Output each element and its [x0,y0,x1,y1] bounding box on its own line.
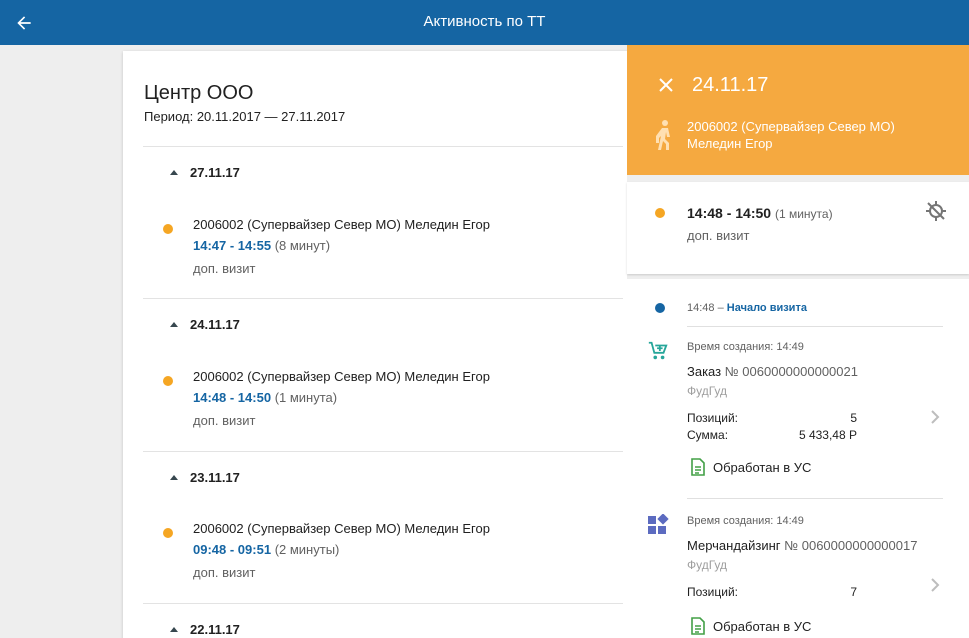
visit-detail-panel: 24.11.17 2006002 (Супервайзер Север МО) … [627,45,969,638]
collapse-triangle-icon [170,626,178,632]
app-bar: Активность по ТТ [0,0,969,45]
collapse-triangle-icon [170,169,178,175]
visit-status-dot [163,376,173,386]
order-document[interactable]: Время создания: 14:49 Заказ № 0060000000… [627,327,969,477]
document-icon [691,458,705,476]
visit-time: 14:48 - 14:50 (1 минута) [193,390,338,405]
visit-item[interactable]: 2006002 (Супервайзер Север МО) Меледин Е… [163,369,603,439]
day-header[interactable]: 23.11.17 [170,468,240,486]
divider [143,146,623,147]
doc-title: Заказ № 0060000000000021 [687,364,858,379]
day-header[interactable]: 22.11.17 [170,620,240,638]
walking-person-icon [656,120,670,150]
positions-label: Позиций: [687,411,738,425]
visit-agent: 2006002 (Супервайзер Север МО) Меледин Е… [193,521,490,536]
visit-kind: доп. визит [193,565,256,580]
cart-add-icon [648,341,668,360]
detail-date: 24.11.17 [692,74,769,96]
sum-label: Сумма: [687,428,729,442]
selected-visit: 14:48 - 14:50 (1 минута) доп. визит [627,182,969,274]
visit-kind: доп. визит [193,413,256,428]
positions-value: 5 [850,411,857,425]
outlet-name: Центр ООО [144,82,254,104]
visit-status-dot [163,224,173,234]
visit-item[interactable]: 2006002 (Супервайзер Север МО) Меледин Е… [163,521,603,591]
doc-created-time: Время создания: 14:49 [687,515,804,527]
visit-documents: 14:48 – Начало визита Время создания: 14… [627,279,969,638]
visit-kind: доп. визит [193,261,256,276]
event-dot [655,303,665,313]
divider [143,603,623,604]
close-button[interactable] [655,74,677,96]
gps-off-icon[interactable] [924,199,948,223]
positions-value: 7 [850,585,857,599]
divider [143,298,623,299]
merchandising-icon [648,514,669,534]
doc-status: Обработан в УС [691,458,811,476]
detail-agent-line1: 2006002 (Супервайзер Север МО) [687,119,895,134]
doc-status: Обработан в УС [691,617,811,635]
doc-title: Мерчандайзинг № 0060000000000017 [687,538,918,553]
day-header[interactable]: 24.11.17 [170,315,240,333]
visit-time: 14:47 - 14:55 (8 минут) [193,238,331,253]
visit-time: 09:48 - 09:51 (2 минуты) [193,542,340,557]
doc-organization: ФудГуд [687,558,728,572]
positions-label: Позиций: [687,585,738,599]
doc-organization: ФудГуд [687,384,728,398]
visit-agent: 2006002 (Супервайзер Север МО) Меледин Е… [193,217,490,232]
visit-status-dot [655,208,665,218]
collapse-triangle-icon [170,474,178,480]
selected-visit-time: 14:48 - 14:50 (1 минута) [687,205,833,221]
chevron-right-icon [931,578,940,592]
collapse-triangle-icon [170,321,178,327]
sum-value: 5 433,48 Р [798,428,857,442]
period-label: Период: 20.11.2017 — 27.11.2017 [144,109,346,124]
detail-agent-line2: Меледин Егор [687,136,773,151]
page-title: Активность по ТТ [423,13,546,30]
chevron-right-icon [931,410,940,424]
visits-card: Центр ООО Период: 20.11.2017 — 27.11.201… [123,51,643,638]
visit-item[interactable]: 2006002 (Супервайзер Север МО) Меледин Е… [163,217,603,287]
close-icon [659,78,673,92]
divider [687,498,943,499]
merchandising-document[interactable]: Время создания: 14:49 Мерчандайзинг № 00… [627,501,969,638]
divider [143,451,623,452]
visit-status-dot [163,528,173,538]
detail-header: 24.11.17 2006002 (Супервайзер Север МО) … [627,45,969,175]
visit-agent: 2006002 (Супервайзер Север МО) Меледин Е… [193,369,490,384]
document-icon [691,617,705,635]
selected-visit-kind: доп. визит [687,228,750,243]
doc-created-time: Время создания: 14:49 [687,341,804,353]
day-header[interactable]: 27.11.17 [170,163,240,181]
visit-start-event: 14:48 – Начало визита [687,302,807,314]
